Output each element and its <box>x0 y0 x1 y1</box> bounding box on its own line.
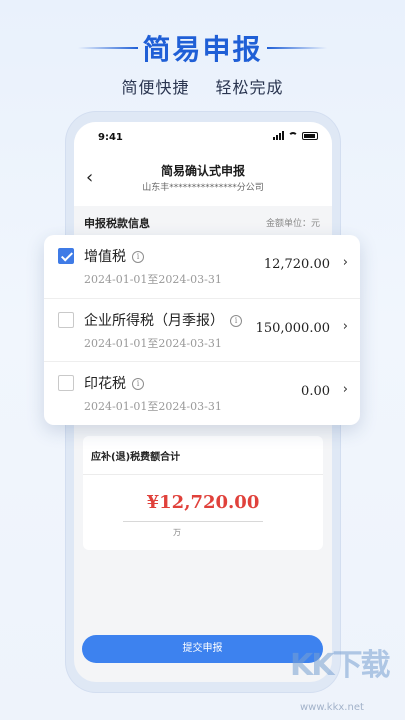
summary-card: 应补(退)税费额合计 ¥12,720.00 万 <box>83 436 323 550</box>
tax-amount: 150,000.00 <box>255 321 330 336</box>
tax-period: 2024-01-01至2024-03-31 <box>84 400 222 413</box>
tax-name-container: 企业所得税（月季报） i <box>84 310 242 330</box>
info-icon[interactable]: i <box>230 315 242 327</box>
info-icon[interactable]: i <box>132 251 144 263</box>
submit-button[interactable]: 提交申报 <box>82 635 323 663</box>
tax-amount: 0.00 <box>301 384 330 399</box>
checkbox-vat[interactable] <box>58 248 74 264</box>
tax-row-stamp-tax[interactable]: 印花税 i 2024-01-01至2024-03-31 0.00 › <box>44 361 360 423</box>
banner-subtitle: 简便快捷 轻松完成 <box>0 74 405 98</box>
watermark-logo: KK下载 <box>290 648 390 683</box>
wifi-icon <box>288 132 298 140</box>
chevron-right-icon[interactable]: › <box>343 255 348 270</box>
checkbox-income-tax[interactable] <box>58 312 74 328</box>
info-icon[interactable]: i <box>132 378 144 390</box>
signal-icon <box>273 131 284 140</box>
summary-underline <box>123 521 263 522</box>
tax-list-card: 增值税 i 2024-01-01至2024-03-31 12,720.00 › 企… <box>44 235 360 425</box>
chevron-right-icon[interactable]: › <box>343 319 348 334</box>
battery-icon <box>302 132 318 140</box>
checkbox-stamp-tax[interactable] <box>58 375 74 391</box>
summary-amount: ¥12,720.00 <box>146 492 260 513</box>
page-title: 简易确认式申报 <box>160 164 245 178</box>
tax-name-container: 印花税 i <box>84 373 144 393</box>
summary-unit: 万 <box>173 528 181 537</box>
status-time: 9:41 <box>98 132 123 143</box>
app-header: 9:41 ‹ 简易确认式申报 山东丰***************分公司 <box>74 122 332 206</box>
banner-line-right <box>267 47 327 49</box>
tax-name: 增值税 <box>84 249 126 265</box>
summary-title: 应补(退)税费额合计 <box>91 452 181 463</box>
summary-divider <box>83 474 323 475</box>
company-name: 山东丰***************分公司 <box>142 183 264 193</box>
tax-amount: 12,720.00 <box>263 257 330 272</box>
tax-name-container: 增值税 i <box>84 246 144 266</box>
watermark-url: www.kkx.net <box>300 702 364 713</box>
chevron-right-icon[interactable]: › <box>343 382 348 397</box>
tax-name: 印花税 <box>84 376 126 392</box>
section-title: 申报税款信息 <box>84 217 150 230</box>
banner-title: 简易申报 <box>142 33 263 66</box>
status-icons <box>273 131 318 140</box>
tax-period: 2024-01-01至2024-03-31 <box>84 337 222 350</box>
section-header: 申报税款信息 金额单位：元 <box>74 208 332 234</box>
banner-sub-1: 简便快捷 <box>121 78 190 97</box>
tax-row-income-tax[interactable]: 企业所得税（月季报） i 2024-01-01至2024-03-31 150,00… <box>44 298 360 360</box>
tax-period: 2024-01-01至2024-03-31 <box>84 273 222 286</box>
tax-name: 企业所得税（月季报） <box>84 313 224 329</box>
tax-row-vat[interactable]: 增值税 i 2024-01-01至2024-03-31 12,720.00 › <box>44 235 360 297</box>
banner-sub-2: 轻松完成 <box>215 78 284 97</box>
amount-unit-label: 金额单位：元 <box>265 219 320 229</box>
